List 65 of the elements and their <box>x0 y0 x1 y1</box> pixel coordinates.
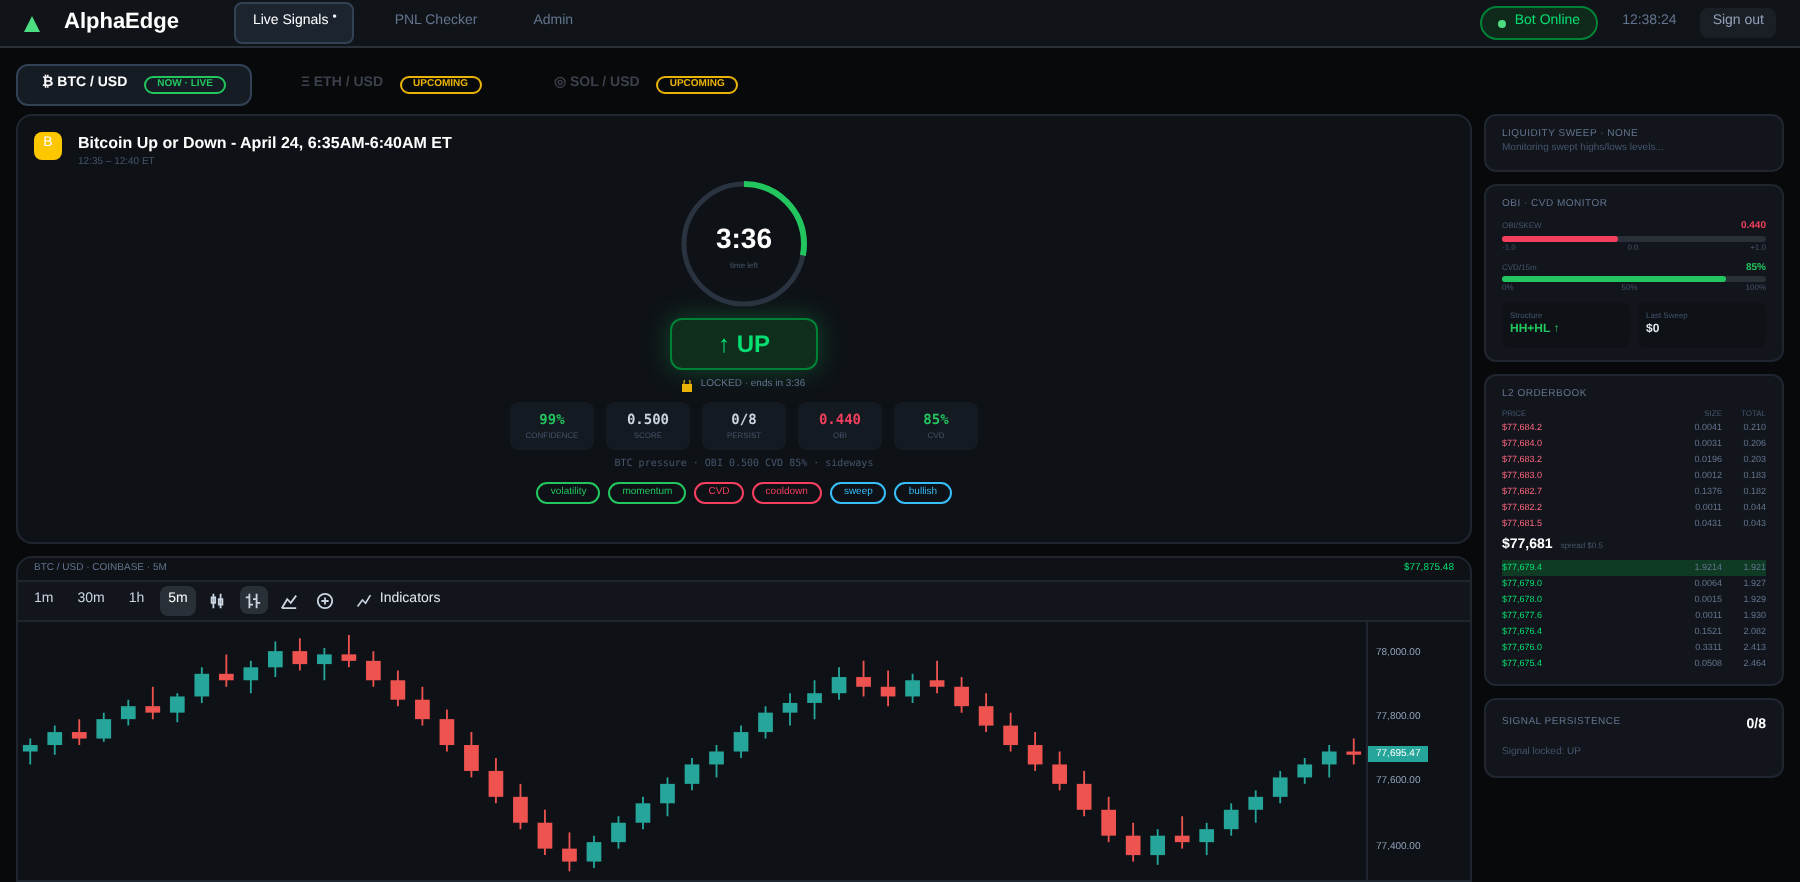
candle <box>929 658 945 694</box>
lock-icon <box>682 379 693 392</box>
candle <box>880 668 896 707</box>
candle <box>1003 710 1018 752</box>
candle <box>415 684 430 726</box>
candle <box>978 691 994 732</box>
candle <box>218 652 234 687</box>
candle <box>317 646 332 681</box>
candle <box>243 658 259 694</box>
candle <box>905 671 920 703</box>
candle <box>586 833 602 868</box>
candle <box>660 775 675 817</box>
candle <box>120 697 136 726</box>
bars-icon[interactable] <box>239 586 268 615</box>
logo-icon <box>24 15 40 31</box>
candle <box>145 684 161 720</box>
candle <box>71 717 87 745</box>
candle <box>1199 820 1215 855</box>
candle <box>733 723 749 758</box>
candle <box>194 665 210 703</box>
event-title: Bitcoin Up or Down - April 24, 6:35AM-6:40AM ET <box>78 131 452 155</box>
candle <box>684 756 700 791</box>
candle <box>390 668 406 707</box>
candle <box>1223 801 1239 836</box>
candle <box>954 675 969 713</box>
candle <box>341 633 357 668</box>
candle <box>1174 814 1190 849</box>
candle <box>47 723 63 755</box>
candle <box>831 665 847 700</box>
candle <box>96 710 112 742</box>
candle <box>1297 756 1313 784</box>
candle <box>292 636 308 671</box>
candle <box>268 639 283 677</box>
candle <box>635 794 651 830</box>
candle <box>464 730 479 778</box>
candle <box>537 807 553 855</box>
countdown-text: 3:36 <box>715 219 773 257</box>
signal-button[interactable]: ↑ UP <box>670 318 818 370</box>
candle <box>782 691 798 726</box>
candle <box>22 736 38 765</box>
status-dot-icon <box>1498 19 1507 27</box>
countdown-ring <box>678 178 810 310</box>
candle <box>169 691 185 723</box>
candle <box>611 814 626 849</box>
candle <box>1272 769 1288 804</box>
candle <box>856 658 871 697</box>
candle <box>1027 730 1043 771</box>
candle <box>1150 827 1166 865</box>
candle <box>562 830 577 872</box>
candle <box>709 743 724 778</box>
candle <box>1125 820 1141 862</box>
candle <box>1076 769 1092 817</box>
logo-text: AlphaEdge <box>64 8 179 39</box>
candle <box>758 704 773 739</box>
candle <box>1346 736 1362 765</box>
candle <box>366 649 381 687</box>
candle <box>1321 743 1337 778</box>
candle <box>488 756 504 804</box>
candle <box>513 781 528 830</box>
candle <box>807 678 822 720</box>
candle <box>1248 788 1264 823</box>
candle <box>439 707 455 752</box>
line-chart-icon <box>355 592 372 609</box>
candle <box>1052 749 1067 791</box>
candle <box>1101 794 1116 843</box>
